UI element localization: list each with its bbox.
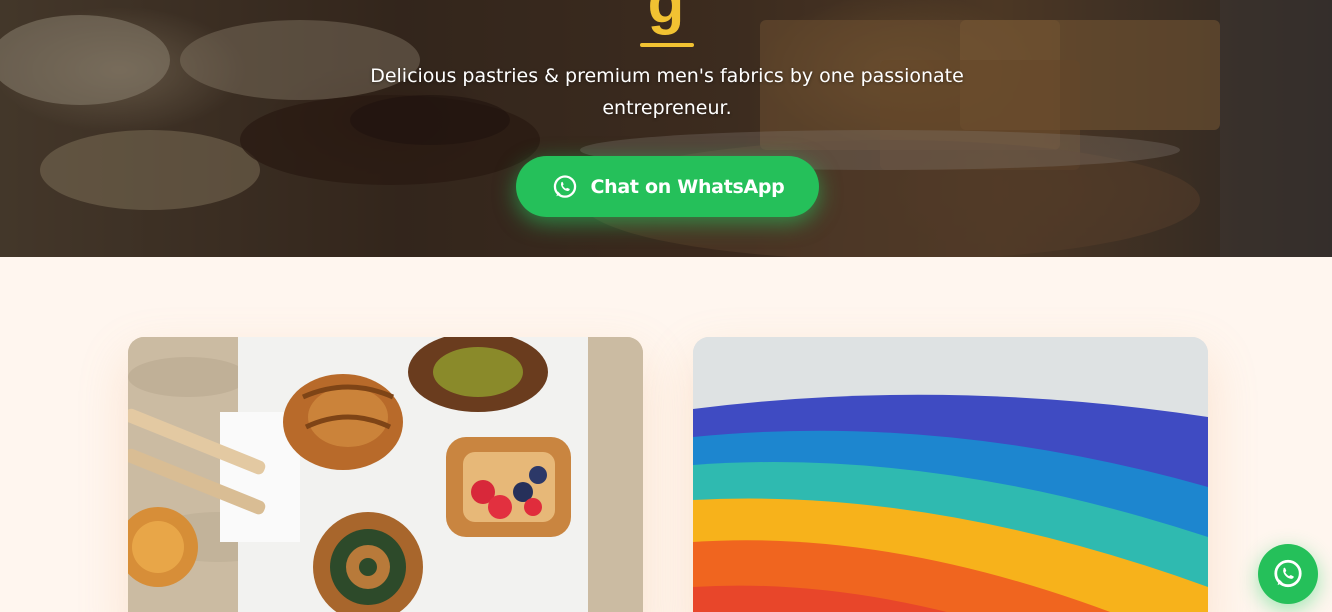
- whatsapp-icon: [551, 173, 579, 201]
- pastries-card[interactable]: [128, 337, 643, 612]
- hero-overlay: [0, 0, 1332, 257]
- hero-tagline: Delicious pastries & premium men's fabri…: [370, 65, 964, 119]
- whatsapp-icon: [1271, 557, 1305, 591]
- hero-heading: g: [647, 0, 685, 35]
- categories-section: [0, 257, 1332, 612]
- chat-on-whatsapp-button[interactable]: Chat on WhatsApp: [516, 156, 819, 217]
- floating-whatsapp-button[interactable]: [1258, 544, 1318, 604]
- fabrics-card[interactable]: [693, 337, 1208, 612]
- hero-divider: [640, 43, 694, 47]
- fabrics-photo: [693, 337, 1208, 612]
- hero-section: g Delicious pastries & premium men's fab…: [0, 0, 1332, 257]
- pastries-photo: [128, 337, 643, 612]
- chat-on-whatsapp-label: Chat on WhatsApp: [590, 175, 785, 198]
